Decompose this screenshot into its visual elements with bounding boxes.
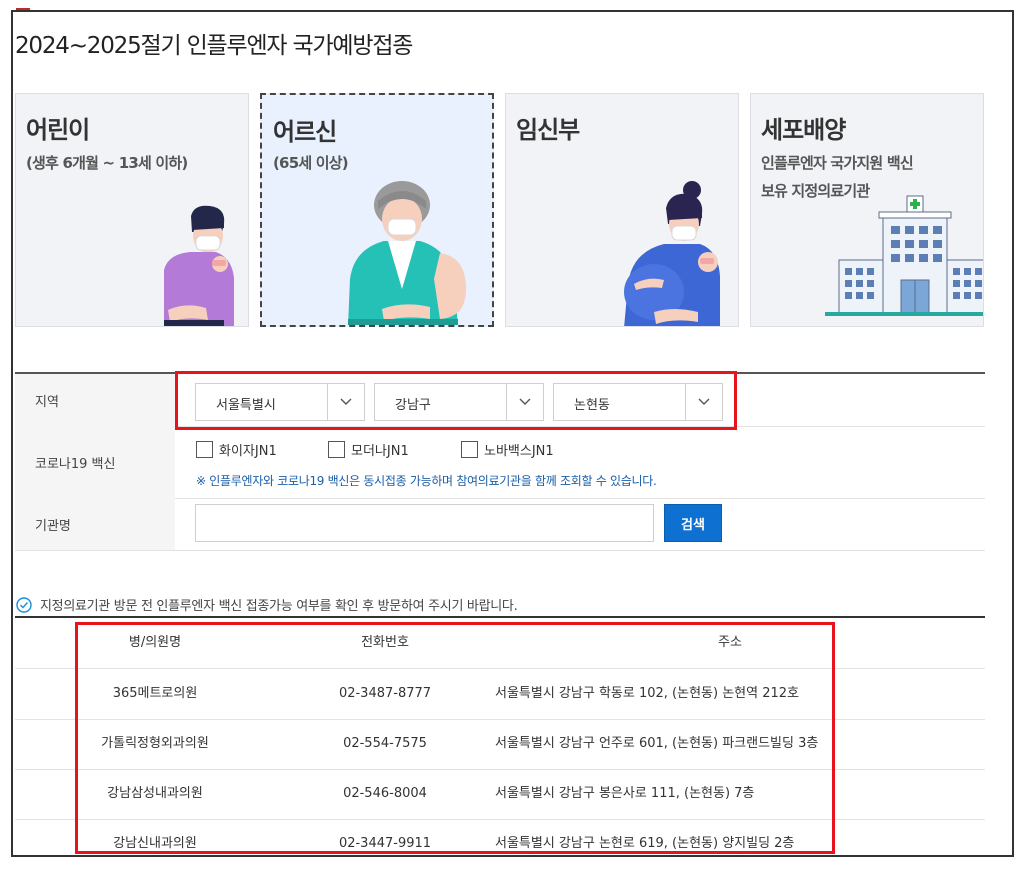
checkbox-box[interactable] <box>328 441 345 458</box>
clinic-phone: 02-546-8004 <box>343 786 427 801</box>
province-select[interactable]: 서울특별시 <box>195 383 365 421</box>
chevron-down-icon <box>327 384 364 420</box>
header-address: 주소 <box>718 635 742 650</box>
senior-illustration-icon <box>348 181 466 325</box>
card-title: 어린이 <box>26 116 90 144</box>
covid-vaccine-row: 코로나19 백신 화이자JN1 모더나JN1 노바백스JN1 ※ 인플루엔자와 … <box>15 426 985 499</box>
card-children[interactable]: 어린이 (생후 6개월 ~ 13세 이하) <box>15 93 249 327</box>
checkbox-box[interactable] <box>196 441 213 458</box>
table-row[interactable]: 365메트로의원 02-3487-8777 서울특별시 강남구 학동로 102,… <box>15 669 985 720</box>
table-row[interactable]: 강남삼성내과의원 02-546-8004 서울특별시 강남구 봉은사로 111,… <box>15 769 985 820</box>
check-circle-icon <box>16 596 32 613</box>
card-subtitle: (생후 6개월 ~ 13세 이하) <box>26 154 188 172</box>
covid-vaccine-label: 코로나19 백신 <box>15 426 175 498</box>
clinic-address: 서울특별시 강남구 언주로 601, (논현동) 파크랜드빌딩 3층 <box>495 736 819 751</box>
visit-notice: 지정의료기관 방문 전 인플루엔자 백신 접종가능 여부를 확인 후 방문하여 … <box>16 595 518 614</box>
hospital-building-icon <box>825 195 983 316</box>
page-title: 2024~2025절기 인플루엔자 국가예방접종 <box>15 33 413 59</box>
clinic-name: 강남신내과의원 <box>113 836 197 851</box>
clinic-phone: 02-554-7575 <box>343 736 427 751</box>
card-pregnant[interactable]: 임신부 <box>505 93 739 327</box>
header-phone: 전화번호 <box>361 635 409 650</box>
dong-select[interactable]: 논현동 <box>553 383 723 421</box>
clinic-phone: 02-3487-8777 <box>338 686 432 701</box>
region-label: 지역 <box>15 374 175 426</box>
visit-notice-text: 지정의료기관 방문 전 인플루엔자 백신 접종가능 여부를 확인 후 방문하여 … <box>40 599 518 614</box>
clinic-phone: 02-3447-9911 <box>338 836 432 851</box>
clinic-address: 서울특별시 강남구 논현로 619, (논현동) 양지빌딩 2층 <box>495 836 795 851</box>
header-clinic-name: 병/의원명 <box>128 635 182 650</box>
institution-name-input[interactable] <box>195 504 654 542</box>
clinic-table: 병/의원명 전화번호 주소 365메트로의원 02-3487-8777 서울특별… <box>15 616 985 851</box>
chevron-down-icon <box>685 384 722 420</box>
institution-row: 기관명 검색 <box>15 498 985 551</box>
institution-label: 기관명 <box>15 498 175 550</box>
clinic-name: 365메트로의원 <box>112 686 198 701</box>
child-illustration-icon <box>164 205 234 326</box>
card-seniors[interactable]: 어르신 (65세 이상) <box>260 93 494 327</box>
pregnant-woman-illustration-icon <box>624 181 720 326</box>
table-header-row: 병/의원명 전화번호 주소 <box>15 618 985 669</box>
region-row: 지역 서울특별시 강남구 논현동 <box>15 374 985 427</box>
card-title: 세포배양 <box>761 116 846 144</box>
card-cell-culture[interactable]: 세포배양 인플루엔자 국가지원 백신 보유 지정의료기관 <box>750 93 984 327</box>
checkbox-moderna[interactable]: 모더나JN1 <box>328 440 409 459</box>
card-title: 임신부 <box>516 116 580 144</box>
table-row[interactable]: 가톨릭정형외과의원 02-554-7575 서울특별시 강남구 언주로 601,… <box>15 719 985 770</box>
search-button[interactable]: 검색 <box>664 504 722 542</box>
clinic-address: 서울특별시 강남구 봉은사로 111, (논현동) 7층 <box>495 786 755 801</box>
checkbox-pfizer[interactable]: 화이자JN1 <box>196 440 277 459</box>
covid-notice: ※ 인플루엔자와 코로나19 백신은 동시접종 가능하며 참여의료기관을 함께 … <box>196 474 657 488</box>
clinic-name: 강남삼성내과의원 <box>107 786 203 801</box>
card-title: 어르신 <box>273 118 337 146</box>
clinic-name: 가톨릭정형외과의원 <box>101 736 209 751</box>
table-row[interactable]: 강남신내과의원 02-3447-9911 서울특별시 강남구 논현로 619, … <box>15 819 985 869</box>
chevron-down-icon <box>506 384 543 420</box>
checkbox-novavax[interactable]: 노바백스JN1 <box>461 440 554 459</box>
district-select[interactable]: 강남구 <box>374 383 544 421</box>
checkbox-box[interactable] <box>461 441 478 458</box>
clinic-address: 서울특별시 강남구 학동로 102, (논현동) 논현역 212호 <box>495 686 799 701</box>
card-subtitle: (65세 이상) <box>273 154 349 172</box>
